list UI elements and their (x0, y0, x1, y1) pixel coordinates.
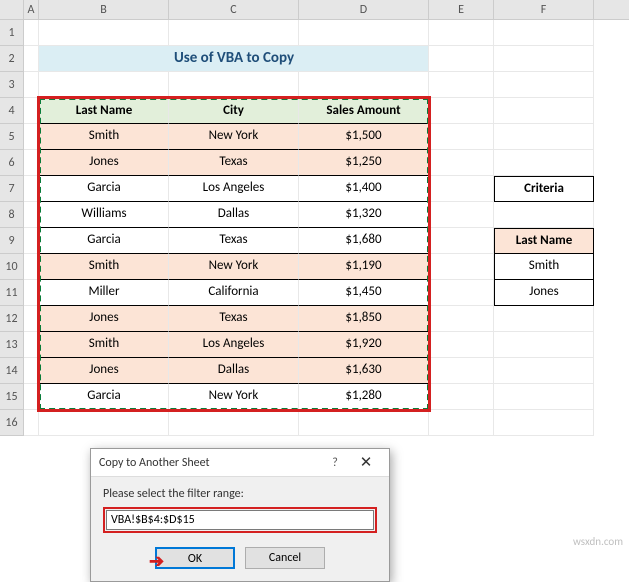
cell-city[interactable]: Texas (169, 150, 299, 176)
cell-last-name[interactable]: Williams (39, 202, 169, 228)
table-row: JonesDallas$1,630 (24, 358, 594, 384)
select-all-corner[interactable] (0, 0, 24, 19)
cell-city[interactable]: Los Angeles (169, 332, 299, 358)
table-row: GarciaNew York$1,280 (24, 384, 594, 410)
dialog-title: Copy to Another Sheet (99, 456, 321, 470)
col-header-a[interactable]: A (24, 0, 39, 19)
cell-sales-amount[interactable]: $1,920 (299, 332, 429, 358)
cell-last-name[interactable]: Smith (39, 254, 169, 280)
row-header[interactable]: 15 (0, 384, 24, 410)
header-sales-amount[interactable]: Sales Amount (299, 98, 429, 124)
dialog-titlebar[interactable]: Copy to Another Sheet ? ✕ (91, 449, 389, 477)
table-row: JonesTexas$1,850 (24, 306, 594, 332)
cell-city[interactable]: California (169, 280, 299, 306)
cell-sales-amount[interactable]: $1,500 (299, 124, 429, 150)
row-header[interactable]: 10 (0, 254, 24, 280)
row-header[interactable]: 6 (0, 150, 24, 176)
range-input-highlight (103, 507, 377, 533)
row-header[interactable]: 4 (0, 98, 24, 124)
worksheet: A B C D E F 12345678910111213141516 Use … (0, 0, 629, 20)
row-header[interactable]: 11 (0, 280, 24, 306)
cell-sales-amount[interactable]: $1,630 (299, 358, 429, 384)
header-last-name[interactable]: Last Name (39, 98, 169, 124)
row-header[interactable]: 2 (0, 46, 24, 72)
cell-city[interactable]: Dallas (169, 358, 299, 384)
cell-sales-amount[interactable]: $1,190 (299, 254, 429, 280)
cell-sales-amount[interactable]: $1,850 (299, 306, 429, 332)
table-row: WilliamsDallas$1,320 (24, 202, 594, 228)
row-header[interactable]: 3 (0, 72, 24, 98)
criteria-header-cell[interactable]: Last Name (494, 228, 594, 254)
row-headers: 12345678910111213141516 (0, 20, 24, 436)
cell-sales-amount[interactable]: $1,450 (299, 280, 429, 306)
cell-sales-amount[interactable]: $1,320 (299, 202, 429, 228)
row-header[interactable]: 14 (0, 358, 24, 384)
table-row: SmithNew York$1,500 (24, 124, 594, 150)
row-header[interactable]: 13 (0, 332, 24, 358)
col-header-d[interactable]: D (299, 0, 429, 19)
cell-last-name[interactable]: Smith (39, 332, 169, 358)
grid-row (24, 72, 594, 98)
table-header-row: Last Name City Sales Amount (24, 98, 594, 124)
close-icon[interactable]: ✕ (349, 453, 383, 472)
col-header-b[interactable]: B (39, 0, 169, 19)
col-header-f[interactable]: F (494, 0, 594, 19)
row-header[interactable]: 9 (0, 228, 24, 254)
row-header[interactable]: 1 (0, 20, 24, 46)
cell-last-name[interactable]: Jones (39, 306, 169, 332)
cell-city[interactable]: New York (169, 254, 299, 280)
row-header[interactable]: 5 (0, 124, 24, 150)
column-headers: A B C D E F (0, 0, 629, 20)
cell-sales-amount[interactable]: $1,250 (299, 150, 429, 176)
cell-sales-amount[interactable]: $1,680 (299, 228, 429, 254)
cell-city[interactable]: Los Angeles (169, 176, 299, 202)
grid-row (24, 410, 594, 436)
cell-last-name[interactable]: Miller (39, 280, 169, 306)
cell-city[interactable]: Texas (169, 306, 299, 332)
row-header[interactable]: 16 (0, 410, 24, 436)
criteria-value-cell[interactable]: Smith (494, 254, 594, 280)
row-header[interactable]: 7 (0, 176, 24, 202)
cell-last-name[interactable]: Garcia (39, 228, 169, 254)
cell-sales-amount[interactable]: $1,400 (299, 176, 429, 202)
title-row: Use of VBA to Copy (24, 46, 594, 72)
cell-city[interactable]: New York (169, 384, 299, 410)
page-title: Use of VBA to Copy (169, 46, 299, 72)
criteria-value-cell[interactable]: Jones (494, 280, 594, 306)
cell-last-name[interactable]: Garcia (39, 176, 169, 202)
col-header-e[interactable]: E (429, 0, 494, 19)
col-header-c[interactable]: C (169, 0, 299, 19)
header-city[interactable]: City (169, 98, 299, 124)
row-header[interactable]: 8 (0, 202, 24, 228)
dialog-body: Please select the filter range: ➔ OK Can… (91, 477, 389, 581)
table-row: SmithLos Angeles$1,920 (24, 332, 594, 358)
cell-last-name[interactable]: Jones (39, 358, 169, 384)
cell-last-name[interactable]: Jones (39, 150, 169, 176)
copy-to-another-sheet-dialog: Copy to Another Sheet ? ✕ Please select … (90, 448, 390, 582)
watermark: wsxdn.com (573, 535, 623, 548)
cell-city[interactable]: New York (169, 124, 299, 150)
cell-city[interactable]: Texas (169, 228, 299, 254)
ok-button[interactable]: OK (155, 547, 235, 569)
cell-last-name[interactable]: Smith (39, 124, 169, 150)
dialog-label: Please select the filter range: (103, 487, 377, 501)
criteria-label-cell[interactable]: Criteria (494, 176, 594, 202)
table-row: JonesTexas$1,250 (24, 150, 594, 176)
filter-range-input[interactable] (106, 510, 374, 530)
row-header[interactable]: 12 (0, 306, 24, 332)
cell-last-name[interactable]: Garcia (39, 384, 169, 410)
grid-row (24, 20, 594, 46)
cell-city[interactable]: Dallas (169, 202, 299, 228)
cell-sales-amount[interactable]: $1,280 (299, 384, 429, 410)
grid-area[interactable]: Use of VBA to Copy Last Name City Sales … (24, 20, 594, 436)
help-icon[interactable]: ? (321, 456, 349, 470)
cancel-button[interactable]: Cancel (245, 547, 325, 569)
